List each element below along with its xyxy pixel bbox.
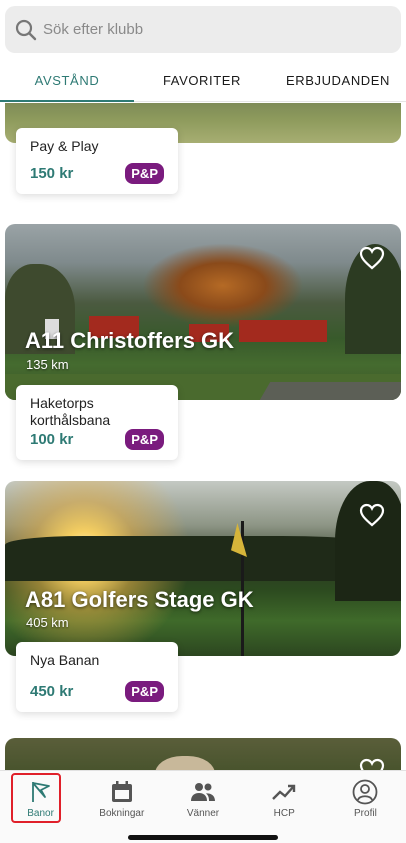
- tab-distance[interactable]: AVSTÅND: [0, 60, 134, 102]
- offer-card[interactable]: Nya Banan 450 kr P&P: [16, 642, 178, 712]
- favorite-heart-icon[interactable]: [359, 503, 385, 527]
- nav-item-vanner[interactable]: Vänner: [162, 771, 243, 827]
- tab-offers[interactable]: ERBJUDANDEN: [270, 60, 406, 101]
- club-image[interactable]: [5, 738, 401, 770]
- club-image[interactable]: A81 Golfers Stage GK 405 km: [5, 481, 401, 656]
- calendar-icon: [109, 780, 135, 804]
- tab-bar: AVSTÅND FAVORITER ERBJUDANDEN: [0, 60, 406, 102]
- offer-title: Nya Banan: [30, 652, 100, 668]
- club-name: A81 Golfers Stage GK: [25, 587, 254, 612]
- offer-card[interactable]: Pay & Play 150 kr P&P: [16, 128, 178, 194]
- profile-icon: [352, 779, 378, 804]
- offer-title: Pay & Play: [30, 138, 99, 154]
- tab-favorites[interactable]: FAVORITER: [134, 60, 270, 101]
- pay-and-play-badge: P&P: [125, 429, 164, 450]
- house-shape: [239, 320, 327, 342]
- offer-price: 100 kr: [30, 431, 74, 448]
- club-distance: 405 km: [26, 615, 69, 630]
- nav-label: Vänner: [186, 807, 220, 819]
- club-distance: 135 km: [26, 357, 69, 372]
- search-bar: [0, 0, 406, 60]
- club-list[interactable]: Pay & Play 150 kr P&P A11 Christoffers G…: [0, 103, 406, 770]
- search-icon: [15, 19, 37, 41]
- bottom-navigation: Banor Bokningar Vänner HCP Profil: [0, 770, 406, 843]
- club-image[interactable]: A11 Christoffers GK 135 km: [5, 224, 401, 400]
- home-indicator: [128, 835, 278, 840]
- nav-label: Bokningar: [99, 807, 145, 819]
- search-input[interactable]: [43, 21, 343, 38]
- favorite-heart-icon[interactable]: [359, 246, 385, 270]
- favorite-heart-icon[interactable]: [359, 758, 385, 770]
- pay-and-play-badge: P&P: [125, 163, 164, 184]
- search-box[interactable]: [5, 6, 401, 53]
- selection-highlight: [11, 773, 61, 823]
- offer-card[interactable]: Haketorps korthålsbana 100 kr P&P: [16, 385, 178, 460]
- club-name: A11 Christoffers GK: [25, 328, 235, 353]
- people-icon: [190, 780, 216, 804]
- nav-label: HCP: [273, 807, 295, 819]
- offer-price: 450 kr: [30, 683, 74, 700]
- nav-item-profil[interactable]: Profil: [325, 771, 406, 827]
- tree-shape: [335, 481, 401, 601]
- offer-price: 150 kr: [30, 165, 74, 182]
- offer-title: Haketorps korthålsbana: [30, 395, 111, 428]
- pay-and-play-badge: P&P: [125, 681, 164, 702]
- nav-item-bokningar[interactable]: Bokningar: [81, 771, 162, 827]
- nav-label: Profil: [354, 807, 377, 819]
- nav-item-hcp[interactable]: HCP: [244, 771, 325, 827]
- trend-icon: [271, 780, 297, 804]
